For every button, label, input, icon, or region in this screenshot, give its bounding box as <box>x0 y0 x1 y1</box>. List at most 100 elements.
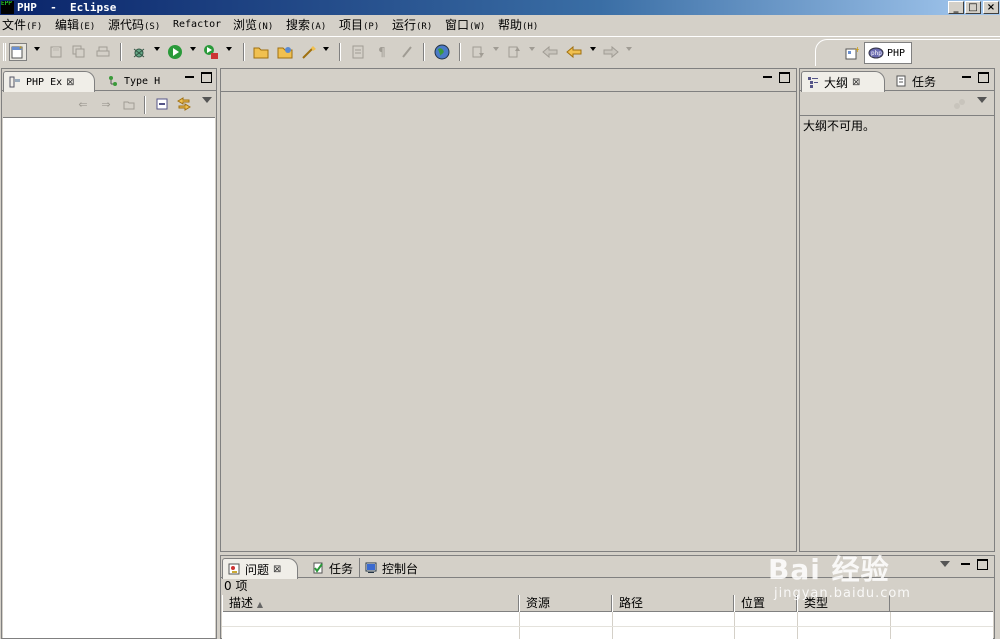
row-divider <box>222 626 993 627</box>
minimize-view-icon[interactable] <box>184 72 195 83</box>
external-tools-icon[interactable] <box>202 43 220 61</box>
prev-annotation-dropdown-icon[interactable] <box>529 47 535 51</box>
outline-tabstrip: 大纲 ⊠ 任务 <box>800 69 994 92</box>
php-explorer-view-toolbar: ⇐ ⇒ <box>2 91 216 117</box>
column-location[interactable]: 位置 <box>734 595 797 612</box>
back-dropdown-icon[interactable] <box>590 47 596 51</box>
collapse-all-icon[interactable] <box>155 97 169 111</box>
view-menu-icon[interactable] <box>202 97 212 103</box>
tab-problems[interactable]: 问题 ⊠ <box>222 558 298 579</box>
title-bar: EPP PHP - Eclipse _ □ × <box>0 0 1000 15</box>
maximize-view-icon[interactable] <box>977 559 988 570</box>
menu-project[interactable]: 项目(P) <box>339 17 379 35</box>
menu-source[interactable]: 源代码(S) <box>108 17 160 35</box>
menu-edit[interactable]: 编辑(E) <box>55 17 95 35</box>
last-edit-icon[interactable] <box>541 43 559 61</box>
wand-dropdown-icon[interactable] <box>323 47 329 51</box>
new-dropdown-icon[interactable] <box>34 47 40 51</box>
debug-dropdown-icon[interactable] <box>154 47 160 51</box>
prev-annotation-icon[interactable] <box>505 43 523 61</box>
maximize-editor-icon[interactable] <box>779 72 790 83</box>
problems-table-header: 描述 ▲ 资源 路径 位置 类型 <box>222 595 993 612</box>
tab-tasks-bottom[interactable]: 任务 <box>307 558 359 578</box>
maximize-button[interactable]: □ <box>965 1 981 14</box>
php-explorer-icon <box>8 75 22 89</box>
menu-file[interactable]: 文件(F) <box>2 17 42 35</box>
minimize-view-icon[interactable] <box>960 559 971 570</box>
close-tab-icon[interactable]: ⊠ <box>852 77 860 88</box>
php-explorer-panel: PHP Ex ⊠ Type H ⇐ ⇒ <box>1 68 217 639</box>
view-menu-icon[interactable] <box>977 97 987 103</box>
toolbar-separator <box>120 43 122 61</box>
menu-run[interactable]: 运行(R) <box>392 17 432 35</box>
minimize-editor-icon[interactable] <box>762 72 773 83</box>
save-icon[interactable] <box>47 43 65 61</box>
maximize-view-icon[interactable] <box>201 72 212 83</box>
php-explorer-tree[interactable] <box>3 117 215 638</box>
forward-dropdown-icon[interactable] <box>626 47 632 51</box>
php-perspective-icon: php <box>868 45 884 62</box>
menu-refactor[interactable]: Refactor <box>173 17 221 33</box>
wand-icon[interactable] <box>300 43 318 61</box>
type-hierarchy-icon <box>106 74 120 88</box>
forward-nav-icon[interactable]: ⇒ <box>99 97 113 111</box>
filter-icon[interactable] <box>952 97 966 111</box>
column-type[interactable]: 类型 <box>797 595 890 612</box>
back-icon[interactable] <box>565 43 583 61</box>
menu-search[interactable]: 搜索(A) <box>286 17 326 35</box>
problems-count: 0 项 <box>224 579 248 593</box>
php-perspective-button[interactable]: php PHP <box>864 42 912 64</box>
new-wizard-icon[interactable]: * <box>9 43 27 61</box>
close-tab-icon[interactable]: ⊠ <box>273 564 281 575</box>
tasks-icon <box>311 561 325 575</box>
tab-tasks-right[interactable]: 任务 <box>890 71 942 91</box>
toolbar-separator <box>459 43 461 61</box>
back-nav-icon[interactable]: ⇐ <box>76 97 90 111</box>
column-resource[interactable]: 资源 <box>519 595 612 612</box>
problems-table[interactable]: 描述 ▲ 资源 路径 位置 类型 <box>222 595 993 639</box>
next-annotation-icon[interactable] <box>469 43 487 61</box>
tab-console[interactable]: 控制台 <box>359 558 423 578</box>
run-icon[interactable] <box>166 43 184 61</box>
link-with-editor-icon[interactable] <box>177 97 191 111</box>
tab-outline[interactable]: 大纲 ⊠ <box>801 71 885 92</box>
minimize-view-icon[interactable] <box>961 72 972 83</box>
window-title: PHP - Eclipse <box>17 1 117 14</box>
close-button[interactable]: × <box>983 1 999 14</box>
mark-occurrences-icon[interactable] <box>398 43 416 61</box>
toggle-comment-icon[interactable] <box>349 43 367 61</box>
editor-area <box>220 68 797 552</box>
menu-help[interactable]: 帮助(H) <box>498 17 538 35</box>
view-toolbar-separator <box>144 96 146 114</box>
external-tools-dropdown-icon[interactable] <box>226 47 232 51</box>
column-path[interactable]: 路径 <box>612 595 734 612</box>
save-all-icon[interactable] <box>70 43 88 61</box>
open-perspective-icon[interactable]: + <box>843 44 861 62</box>
outline-panel: 大纲 ⊠ 任务 大纲不可用。 <box>799 68 995 552</box>
outline-icon <box>806 75 820 89</box>
menu-navigate[interactable]: 浏览(N) <box>233 17 273 35</box>
debug-icon[interactable] <box>130 43 148 61</box>
view-menu-icon[interactable] <box>940 561 950 567</box>
maximize-view-icon[interactable] <box>978 72 989 83</box>
globe-icon[interactable] <box>433 43 451 61</box>
open-project-icon[interactable] <box>252 43 270 61</box>
svg-text:php: php <box>871 50 882 57</box>
next-annotation-dropdown-icon[interactable] <box>493 47 499 51</box>
show-whitespace-icon[interactable]: ¶ <box>373 43 391 61</box>
minimize-button[interactable]: _ <box>948 1 964 14</box>
tab-type-hierarchy[interactable]: Type H <box>102 71 172 91</box>
forward-icon[interactable] <box>602 43 620 61</box>
toolbar-separator <box>339 43 341 61</box>
php-explorer-tabstrip: PHP Ex ⊠ Type H <box>2 69 216 92</box>
run-dropdown-icon[interactable] <box>190 47 196 51</box>
tab-php-explorer[interactable]: PHP Ex ⊠ <box>3 71 95 92</box>
print-icon[interactable] <box>94 43 112 61</box>
open-folder-icon[interactable] <box>276 43 294 61</box>
close-tab-icon[interactable]: ⊠ <box>66 77 74 88</box>
column-description[interactable]: 描述 ▲ <box>222 595 519 612</box>
eclipse-app-icon: EPP <box>1 1 14 14</box>
menu-window[interactable]: 窗口(W) <box>445 17 485 35</box>
up-nav-icon[interactable] <box>122 97 136 111</box>
tasks-icon <box>894 74 908 88</box>
